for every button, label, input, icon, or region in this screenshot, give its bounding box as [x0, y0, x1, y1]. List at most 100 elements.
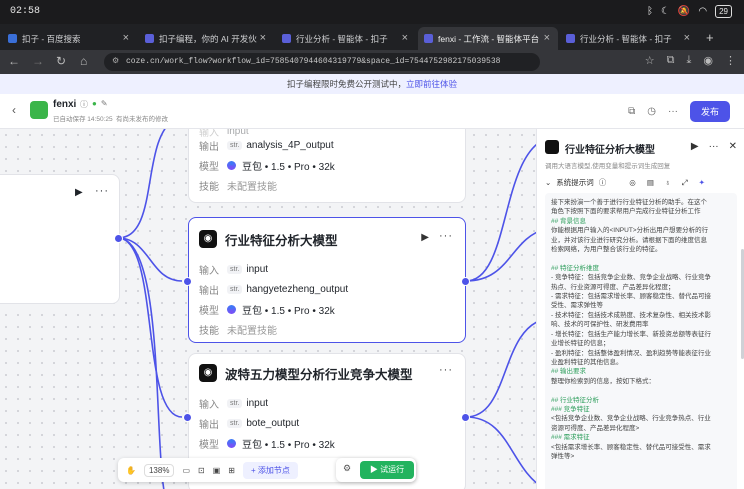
minimap-icon[interactable]: ⊡	[198, 466, 205, 475]
workflow-name: fenxi	[53, 99, 77, 110]
menu-icon[interactable]: ⋮	[725, 54, 736, 67]
url-bar[interactable]: ⚙ coze.cn/work_flow?workflow_id=75854079…	[104, 53, 540, 71]
ai-optimize-icon[interactable]: ✦	[699, 178, 705, 187]
profile-icon[interactable]: ◉	[703, 54, 713, 67]
tab-agent-1[interactable]: 行业分析 - 智能体 - 扣子 ×	[276, 27, 416, 50]
node-more-icon[interactable]: ···	[439, 364, 453, 376]
wifi-icon: ◠	[698, 6, 708, 17]
publish-button[interactable]: 发布	[689, 101, 730, 122]
node-output-port[interactable]	[461, 413, 470, 422]
chevron-down-icon[interactable]: ⌄	[545, 178, 551, 187]
debug-icon[interactable]: ⚙	[343, 463, 351, 474]
add-node-button[interactable]: + 添加节点	[242, 461, 298, 479]
back-icon[interactable]: ←	[8, 54, 20, 68]
node-input-port[interactable]	[183, 277, 192, 286]
more-icon[interactable]: ···	[668, 106, 678, 117]
run-node-icon[interactable]: ▶	[421, 232, 429, 243]
close-tab-icon[interactable]: ×	[402, 32, 408, 44]
skill-label: 技能	[199, 326, 219, 337]
browser-toolbar: ← → ↻ ⌂ ⚙ coze.cn/work_flow?workflow_id=…	[0, 50, 744, 74]
test-run-button[interactable]: ▶ 试运行	[360, 461, 414, 479]
bookmark-star-icon[interactable]: ☆	[645, 54, 655, 67]
doubao-model-icon	[227, 439, 236, 448]
node-input-port[interactable]	[183, 413, 192, 422]
prompt-line: 资源可得度、产品差异化程度>	[551, 424, 640, 432]
bulb-icon[interactable]: ♁	[665, 178, 671, 187]
target-icon[interactable]: ◎	[629, 178, 636, 187]
tab-baidu[interactable]: 扣子 - 百度搜索 ×	[2, 27, 137, 50]
node-output-row: 输出 str. bote_output	[199, 416, 299, 431]
edit-icon[interactable]: ✎	[101, 99, 108, 110]
start-node[interactable]: ▶ ···	[0, 174, 120, 304]
run-node-icon[interactable]: ▶	[691, 141, 699, 152]
tab-coze-code[interactable]: 扣子编程，你的 AI 开发伙 ×	[139, 27, 274, 50]
node-model-row: 模型 豆包 • 1.5 • Pro • 32k	[199, 436, 335, 451]
type-tag: str.	[227, 399, 243, 408]
output-value: bote_output	[246, 418, 300, 429]
tab-favicon-icon	[566, 34, 575, 43]
node-output-port[interactable]	[461, 277, 470, 286]
comment-icon[interactable]: ▭	[182, 466, 190, 475]
close-tab-icon[interactable]: ×	[123, 32, 129, 44]
browser-tab-bar: 扣子 - 百度搜索 × 扣子编程，你的 AI 开发伙 × 行业分析 - 智能体 …	[0, 24, 744, 50]
node-more-icon[interactable]: ···	[439, 230, 453, 242]
tab-label: fenxi - 工作流 - 智能体平台	[438, 33, 540, 44]
doubao-model-icon	[227, 305, 236, 314]
tab-favicon-icon	[8, 34, 17, 43]
info-icon[interactable]: ⓘ	[599, 177, 607, 188]
reload-icon[interactable]: ↻	[56, 54, 66, 68]
close-tab-icon[interactable]: ×	[684, 32, 690, 44]
tab-agent-2[interactable]: 行业分析 - 智能体 - 扣子 ×	[560, 27, 698, 50]
input-label: 输入	[199, 266, 219, 277]
image-icon[interactable]: ▣	[213, 466, 221, 475]
history-icon[interactable]: ◷	[647, 106, 656, 117]
forward-icon[interactable]: →	[32, 54, 44, 68]
llm-node-icon: ◉	[199, 230, 217, 248]
edge	[465, 143, 536, 282]
system-prompt-header[interactable]: ⌄ 系统提示词 ⓘ ◎ ▤ ♁ ⤢ ✦	[545, 177, 737, 188]
node-skill-row: 技能 未配置技能	[199, 178, 277, 193]
prompt-line: 角色下按照下面的要求帮用户完成行业特征分析工作	[551, 208, 701, 216]
close-tab-icon[interactable]: ×	[260, 32, 266, 44]
prompt-line: ## 输出要求	[551, 368, 587, 376]
tab-label: 行业分析 - 智能体 - 扣子	[580, 33, 672, 44]
home-icon[interactable]: ⌂	[80, 54, 87, 68]
output-label: 输出	[199, 142, 219, 153]
prompt-line: ### 需求特征	[551, 434, 590, 442]
node-4p-analysis[interactable]: 输入 input 输出 str. analysis_4P_output 模型 豆…	[188, 129, 466, 203]
info-icon[interactable]: ⓘ	[80, 99, 88, 110]
prompt-line	[551, 254, 731, 263]
new-tab-button[interactable]: +	[706, 30, 714, 45]
download-icon[interactable]: ⤓	[687, 54, 692, 67]
layout-icon[interactable]: ⊞	[228, 466, 235, 475]
copy-icon[interactable]: ⧉	[628, 106, 635, 117]
check-icon: ●	[92, 99, 97, 108]
input-value: input	[246, 264, 269, 275]
workflow-canvas[interactable]: ▶ ··· 输入 input 输出 str. analysis_4P_outpu…	[0, 129, 536, 489]
tab-workflow-active[interactable]: fenxi - 工作流 - 智能体平台 ×	[418, 27, 558, 50]
more-icon[interactable]: ···	[709, 141, 719, 152]
close-icon[interactable]: ✕	[729, 141, 737, 152]
node-industry-feature[interactable]: ◉ 行业特征分析大模型 ▶ ··· 输入 str. input 输出 str. …	[188, 217, 466, 343]
doubao-model-icon	[227, 161, 236, 170]
prompt-line: ## 行业特征分析	[551, 396, 600, 404]
library-icon[interactable]: ▤	[647, 178, 654, 187]
back-arrow-icon[interactable]: ‹	[12, 103, 16, 117]
prompt-line	[551, 386, 731, 395]
banner-link[interactable]: 立即前往体验	[406, 79, 457, 89]
node-more-icon[interactable]: ···	[95, 185, 109, 197]
run-node-icon[interactable]: ▶	[75, 187, 83, 198]
start-output-port[interactable]	[114, 234, 123, 243]
expand-icon[interactable]: ⤢	[682, 178, 688, 188]
prompt-line: 业，并对该行业进行研究分析。请根据下面的维度信息	[551, 236, 707, 244]
prompt-line: - 需求特征：包括需求增长率、顾客稳定性、替代品可接	[551, 293, 711, 301]
zoom-select[interactable]: 138%	[143, 463, 175, 477]
extensions-icon[interactable]: ⧉	[667, 54, 675, 67]
site-info-icon[interactable]: ⚙	[112, 53, 119, 71]
system-prompt-editor[interactable]: 接下来扮演一个善于进行行业特征分析的助手。在这个 角色下按照下面的要求帮用户完成行…	[545, 193, 737, 489]
workflow-header: ‹ fenxi ⓘ ● ✎ 已自动保存 14:50:25 有尚未发布的修改 ⧉ …	[0, 94, 744, 129]
header-actions: ⧉ ◷ ··· 发布	[628, 101, 730, 122]
close-tab-icon[interactable]: ×	[544, 32, 550, 44]
mute-icon: 🔕	[677, 6, 691, 17]
hand-tool-icon[interactable]: ✋	[126, 466, 136, 475]
